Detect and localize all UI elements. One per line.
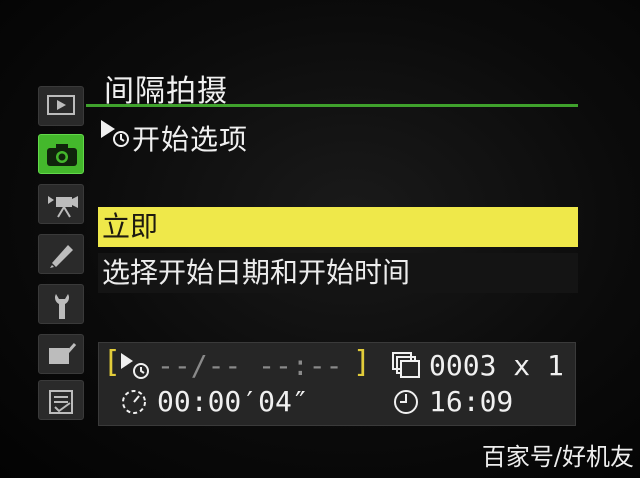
shots-value: 0003 x 1 <box>429 349 564 382</box>
retouch-icon <box>49 343 77 364</box>
clock-value: 16:09 <box>429 385 514 418</box>
option-immediately[interactable]: 立即 <box>98 207 578 247</box>
bracket-left: [ <box>107 345 119 380</box>
tab-setup[interactable] <box>38 284 84 324</box>
start-time-icon <box>121 353 149 379</box>
tab-photo-shooting[interactable] <box>38 134 84 174</box>
interval-status-panel: [ --/-- --:-- ] 00:00′04″ 0003 x 1 16:09 <box>98 342 576 426</box>
tab-playback[interactable] <box>38 86 84 126</box>
interval-timer-icon <box>122 390 146 414</box>
page-title: 间隔拍摄 <box>104 74 228 109</box>
watermark-text: 百家号/好机友 <box>481 443 634 471</box>
shots-count-icon <box>392 352 420 378</box>
clock-icon <box>113 131 129 147</box>
my-menu-icon <box>49 390 73 414</box>
tab-movie-shooting[interactable] <box>38 184 84 224</box>
bracket-right: ] <box>355 345 367 380</box>
option-select-start-date-time[interactable]: 选择开始日期和开始时间 <box>98 253 578 293</box>
tab-custom-settings[interactable] <box>38 234 84 274</box>
camera-icon <box>47 144 77 166</box>
playback-icon <box>47 95 75 115</box>
tab-my-menu[interactable] <box>38 380 84 420</box>
movie-icon <box>48 196 78 218</box>
start-time-value: --/-- --:-- <box>157 349 343 382</box>
pencil-icon <box>50 245 73 268</box>
subtitle-label: 开始选项 <box>132 123 249 156</box>
interval-value: 00:00′04″ <box>157 385 309 418</box>
camera-menu-screen: 间隔拍摄 开始选项 立即 选择开始日期和开始时间 [ --/-- --:-- ]… <box>0 0 640 478</box>
wrench-icon <box>55 294 69 319</box>
tab-retouch[interactable] <box>38 334 84 374</box>
clock-time-icon <box>394 390 418 414</box>
